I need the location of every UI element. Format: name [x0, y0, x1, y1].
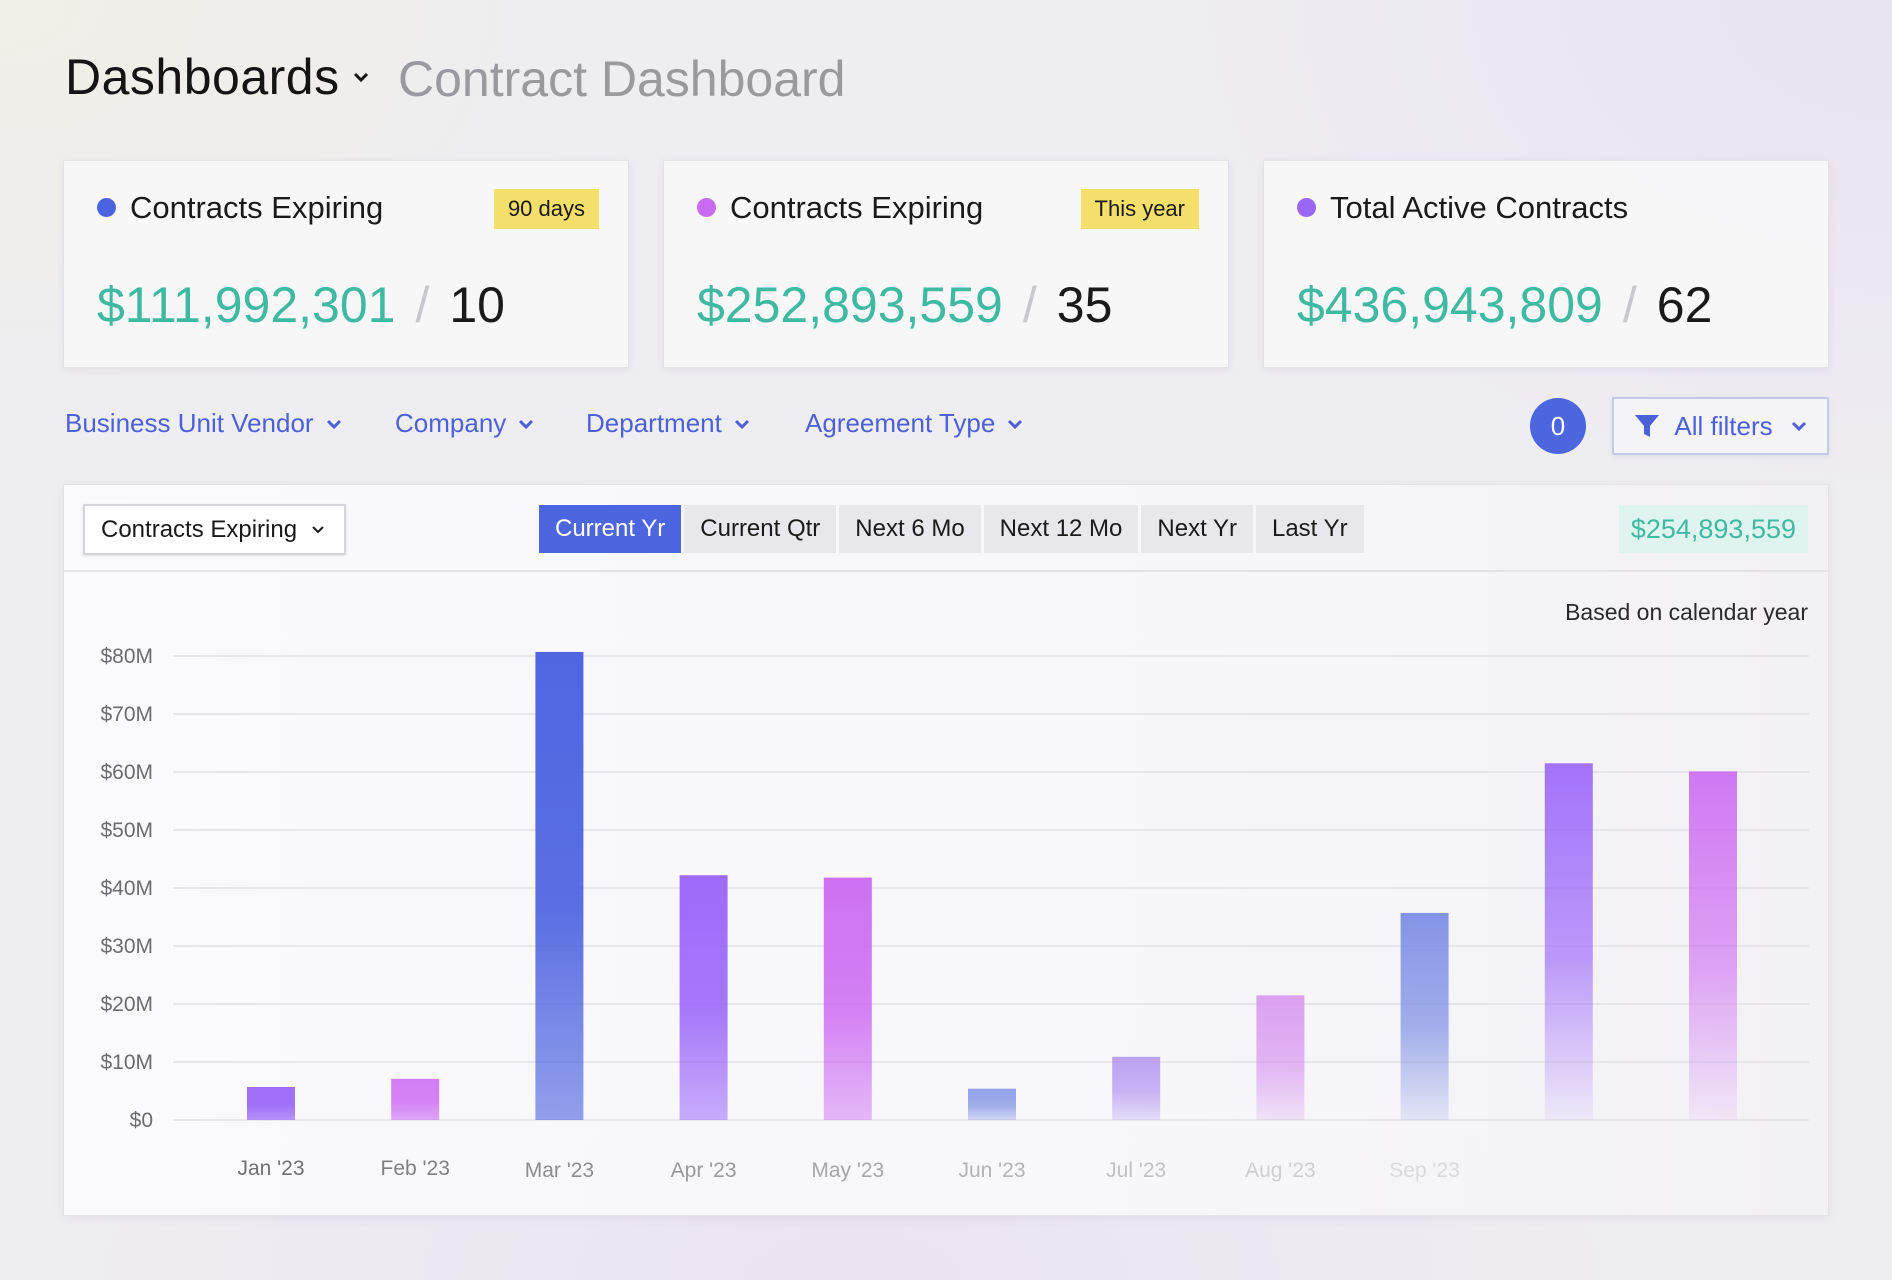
y-tick-label: $20M	[100, 993, 153, 1016]
dashboards-menu[interactable]: Dashboards	[65, 48, 370, 106]
x-tick-label: Aug '23	[1245, 1159, 1316, 1182]
bar-jan-23[interactable]	[247, 1086, 295, 1120]
card-label: Contracts Expiring	[130, 190, 384, 225]
value-separator: /	[1622, 277, 1637, 333]
card-amount: $252,893,559	[697, 277, 1003, 333]
bar-apr-23[interactable]	[679, 875, 728, 1120]
status-dot-icon	[97, 198, 116, 217]
bar-chart: $0 $10M $20M $30M $40M $50M $60M $70M $80M Jan '2…	[100, 645, 1809, 1182]
bar-nov-23[interactable]	[1689, 771, 1737, 1120]
active-filter-count: 0	[1530, 398, 1586, 454]
value-separator: /	[1022, 277, 1037, 333]
bar-mar-23[interactable]	[535, 651, 584, 1120]
card-amount: $111,992,301	[97, 277, 396, 333]
x-tick-label: Apr '23	[671, 1159, 737, 1182]
status-dot-icon	[697, 198, 716, 217]
card-value: $436,943,809 / 62	[1297, 276, 1712, 334]
bar-jul-23[interactable]	[1112, 1056, 1161, 1120]
card-value: $252,893,559 / 35	[697, 276, 1112, 334]
bar-sep-23[interactable]	[1400, 912, 1449, 1120]
x-tick-label: Oct '23	[1536, 1159, 1602, 1182]
bar-may-23[interactable]	[823, 877, 872, 1120]
stat-card-total-active[interactable]: Total Active Contracts $436,943,809 / 62	[1263, 160, 1829, 368]
filter-label: Company	[395, 408, 507, 438]
card-count: 35	[1056, 277, 1113, 333]
bar-oct-23[interactable]	[1544, 763, 1593, 1120]
chevron-down-icon	[353, 72, 368, 83]
filter-label: Business Unit Vendor	[65, 408, 314, 438]
bar-jun-23[interactable]	[968, 1088, 1016, 1120]
x-tick-label: Jun '23	[958, 1159, 1025, 1182]
y-tick-label: $0	[130, 1109, 153, 1132]
filter-company[interactable]: Company	[395, 408, 534, 439]
bar-aug-23[interactable]	[1256, 995, 1305, 1120]
filter-funnel-icon	[1635, 415, 1660, 437]
chevron-down-icon	[1008, 419, 1023, 429]
card-amount: $436,943,809	[1297, 277, 1603, 333]
filter-label: Department	[586, 408, 722, 438]
x-tick-label: Nov '23	[1678, 1159, 1749, 1182]
y-tick-label: $50M	[100, 819, 153, 842]
chevron-down-icon	[1791, 421, 1806, 432]
y-tick-label: $60M	[100, 761, 153, 784]
y-tick-label: $10M	[100, 1051, 153, 1074]
chevron-down-icon	[734, 419, 749, 429]
card-count: 10	[449, 277, 505, 333]
chart-panel: Contracts Expiring Current Yr Current Qt…	[63, 484, 1829, 1216]
x-tick-label: Feb '23	[381, 1157, 450, 1180]
filter-label: Agreement Type	[805, 408, 996, 438]
filter-department[interactable]: Department	[586, 408, 750, 439]
period-badge: 90 days	[493, 189, 599, 229]
dashboards-title: Dashboards	[65, 49, 340, 105]
y-tick-label: $30M	[100, 935, 153, 958]
value-separator: /	[415, 277, 430, 333]
filter-business-unit-vendor[interactable]: Business Unit Vendor	[65, 408, 342, 439]
chevron-down-icon	[326, 419, 341, 429]
status-dot-icon	[1297, 198, 1316, 217]
y-tick-label: $70M	[100, 703, 153, 726]
card-label: Total Active Contracts	[1330, 190, 1629, 225]
x-tick-label: Jul '23	[1106, 1159, 1166, 1182]
y-tick-label: $40M	[100, 877, 153, 900]
page-title: Contract Dashboard	[398, 51, 846, 107]
stat-card-expiring-90-days[interactable]: Contracts Expiring 90 days $111,992,301 /…	[63, 160, 629, 368]
x-tick-label: Sep '23	[1389, 1159, 1460, 1182]
all-filters-label: All filters	[1674, 410, 1773, 441]
chevron-down-icon	[519, 419, 534, 429]
filter-agreement-type[interactable]: Agreement Type	[805, 408, 1023, 439]
card-label: Contracts Expiring	[730, 190, 984, 225]
y-tick-label: $80M	[100, 645, 153, 668]
x-tick-label: May '23	[811, 1159, 884, 1182]
card-count: 62	[1656, 277, 1713, 333]
x-tick-label: Jan '23	[237, 1157, 304, 1180]
stat-card-expiring-this-year[interactable]: Contracts Expiring This year $252,893,55…	[663, 160, 1229, 368]
all-filters-button[interactable]: All filters	[1612, 397, 1829, 455]
x-tick-label: Mar '23	[525, 1159, 594, 1182]
card-value: $111,992,301 / 10	[97, 276, 505, 334]
bar-feb-23[interactable]	[391, 1078, 440, 1120]
period-badge: This year	[1080, 189, 1199, 229]
